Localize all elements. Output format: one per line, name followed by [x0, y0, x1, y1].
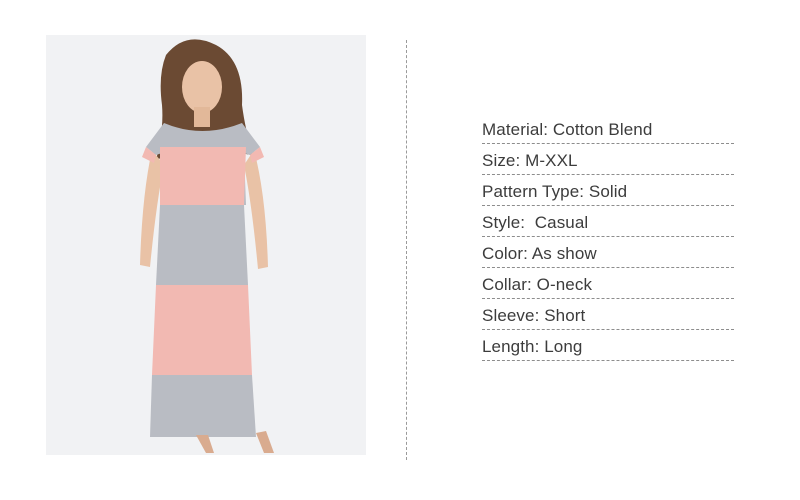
dress-model-illustration	[46, 35, 366, 455]
vertical-divider	[406, 40, 407, 460]
spec-row-pattern: Pattern Type: Solid	[482, 175, 734, 206]
spec-row-collar: Collar: O-neck	[482, 268, 734, 299]
spec-color-text: Color: As show	[482, 244, 597, 263]
spec-pattern-text: Pattern Type: Solid	[482, 182, 628, 201]
neck	[194, 107, 210, 127]
spec-collar-text: Collar: O-neck	[482, 275, 593, 294]
spec-length-text: Length: Long	[482, 337, 583, 356]
spec-row-material: Material: Cotton Blend	[482, 113, 734, 144]
face	[182, 61, 222, 113]
spec-material-text: Material: Cotton Blend	[482, 120, 653, 139]
spec-list: Material: Cotton Blend Size: M-XXL Patte…	[482, 113, 734, 361]
spec-row-length: Length: Long	[482, 330, 734, 361]
spec-sleeve-text: Sleeve: Short	[482, 306, 586, 325]
dress-grey-panel-3	[150, 375, 256, 437]
spec-row-color: Color: As show	[482, 237, 734, 268]
dress-pink-panel-1	[160, 147, 246, 205]
spec-size-text: Size: M-XXL	[482, 151, 578, 170]
spec-row-style: Style: Casual	[482, 206, 734, 237]
spec-row-size: Size: M-XXL	[482, 144, 734, 175]
spec-row-sleeve: Sleeve: Short	[482, 299, 734, 330]
dress-grey-panel-2	[156, 205, 248, 285]
spec-style-text: Style: Casual	[482, 213, 589, 232]
dress-pink-panel-2	[152, 285, 252, 375]
product-photo	[46, 35, 366, 455]
